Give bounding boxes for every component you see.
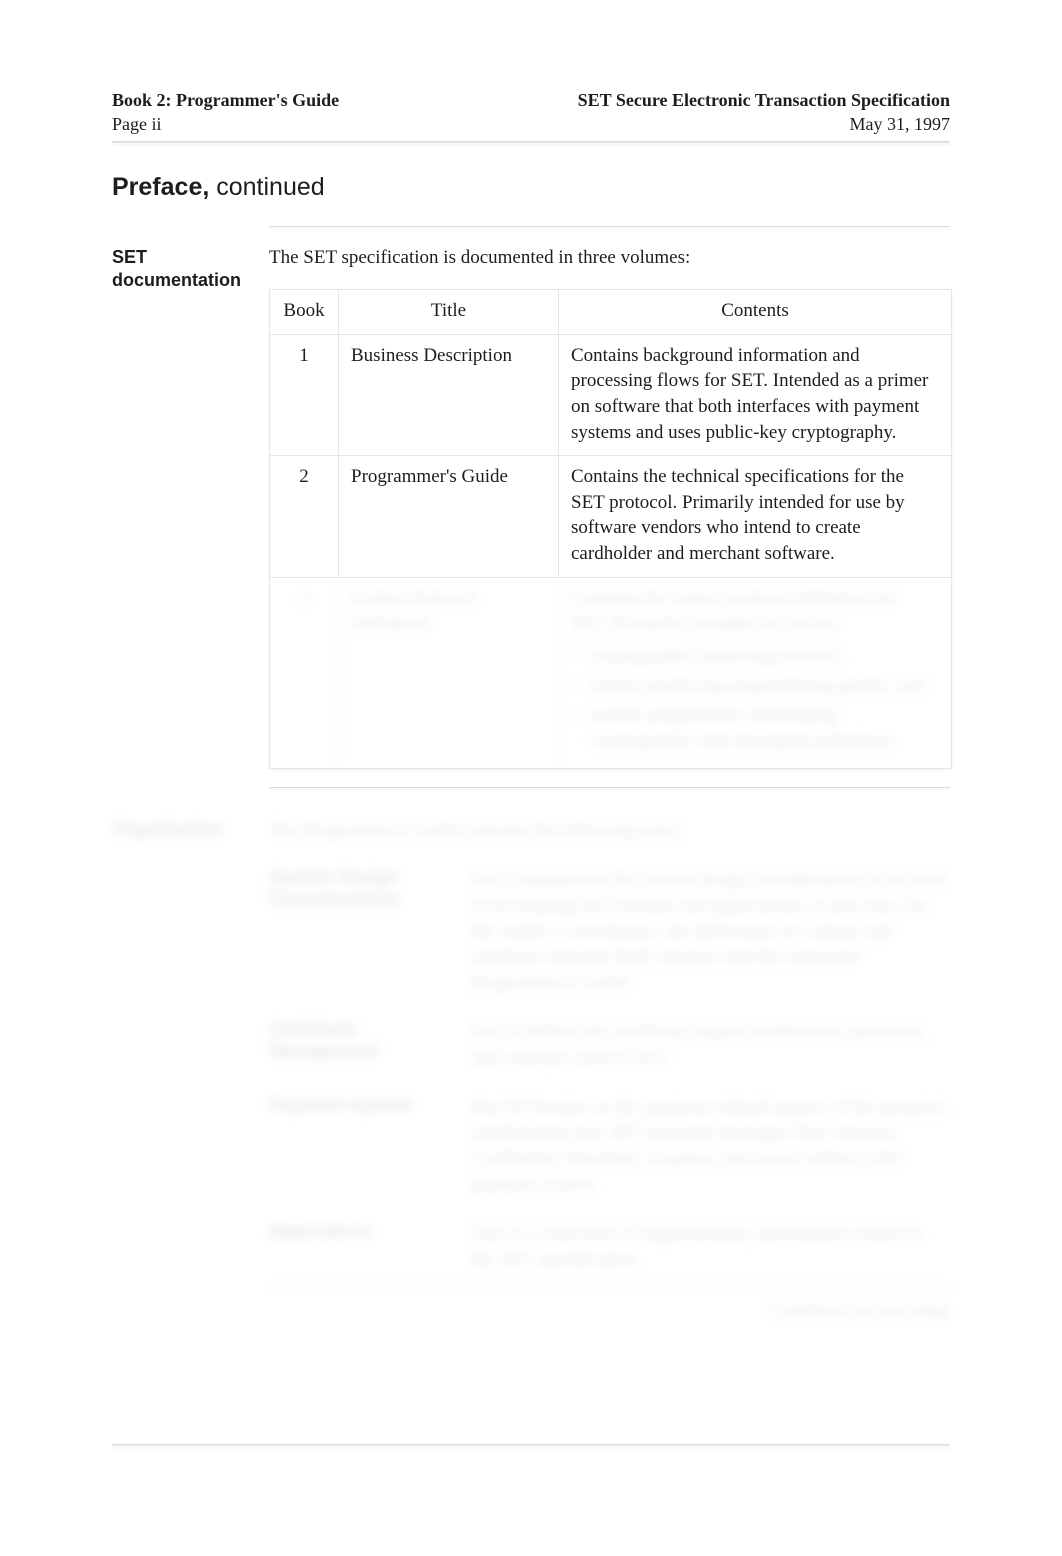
section-heading: Preface, continued: [112, 171, 950, 205]
cell-title: Business Description: [338, 335, 558, 456]
footer-rule: [112, 1444, 950, 1446]
rule: [269, 787, 950, 788]
section-label-organization: Organization: [112, 818, 255, 1324]
rule: [269, 1287, 950, 1288]
cell-contents: Contains background information and proc…: [558, 335, 951, 456]
cell-title: Programmer's Guide: [338, 456, 558, 577]
part-row: Appendices This is a collection of suppl…: [269, 1211, 950, 1286]
table-header-row: Book Title Contents: [270, 290, 951, 334]
cell-book: 1: [270, 335, 338, 456]
part-row: Payment System Part III focuses on the p…: [269, 1085, 950, 1212]
set-doc-intro: The SET specification is documented in t…: [269, 245, 950, 271]
part-row: Certificate Management Part II defines t…: [269, 1009, 950, 1084]
part-name: Payment System: [269, 1095, 449, 1198]
part-desc: Part II defines the certificate request …: [471, 1019, 950, 1070]
row3-bullet: system programmers developing cryptograp…: [571, 702, 935, 753]
cell-contents: Contains the formal protocol definition …: [558, 578, 951, 768]
books-table: Book Title Contents 1 Business Descripti…: [269, 289, 952, 769]
section-set-documentation: SET documentation The SET specification …: [112, 246, 950, 787]
runhead-left-title: Book 2: Programmer's Guide: [112, 88, 339, 112]
organization-intro: The Programmer's Guide contains the foll…: [269, 818, 950, 844]
cell-title: Formal Protocol Definition: [338, 578, 558, 768]
section-label-set-doc: SET documentation: [112, 246, 255, 787]
part-name: Appendices: [269, 1221, 449, 1272]
part-desc: Part I summarizes the system design cons…: [471, 867, 950, 995]
running-head: Book 2: Programmer's Guide Page ii SET S…: [112, 88, 950, 137]
row3-bullet: cryptographic analyzing security;: [571, 643, 935, 669]
rule: [269, 226, 950, 227]
part-name: System Design Considerations: [269, 867, 449, 995]
cell-book: 2: [270, 456, 338, 577]
section-organization: Organization The Programmer's Guide cont…: [112, 818, 950, 1324]
col-contents: Contents: [558, 290, 951, 334]
table-row: 1 Business Description Contains backgrou…: [270, 334, 951, 456]
cell-contents: Contains the technical specifications fo…: [558, 456, 951, 577]
parts-table: System Design Considerations Part I summ…: [269, 857, 950, 1286]
table-row: 3 Formal Protocol Definition Contains th…: [270, 577, 951, 768]
row3-bullet: writers producing programming guides; an…: [571, 673, 935, 699]
part-desc: Part III focuses on the payment-related …: [471, 1095, 950, 1198]
part-row: System Design Considerations Part I summ…: [269, 857, 950, 1009]
part-desc: This is a collection of supplementary in…: [471, 1221, 950, 1272]
preface-continued: continued: [209, 173, 324, 201]
runhead-right-title: SET Secure Electronic Transaction Specif…: [578, 88, 950, 112]
cell-book: 3: [270, 578, 338, 768]
continued-on-next-page: Continued on next page: [269, 1298, 950, 1324]
col-title: Title: [338, 290, 558, 334]
header-rule: [112, 141, 950, 143]
col-book: Book: [270, 290, 338, 334]
table-row: 2 Programmer's Guide Contains the techni…: [270, 455, 951, 577]
preface-word: Preface,: [112, 173, 209, 201]
part-name: Certificate Management: [269, 1019, 449, 1070]
runhead-left-page: Page ii: [112, 112, 339, 136]
row3-lead: Contains the formal protocol definition …: [571, 588, 896, 635]
runhead-right-date: May 31, 1997: [578, 112, 950, 136]
